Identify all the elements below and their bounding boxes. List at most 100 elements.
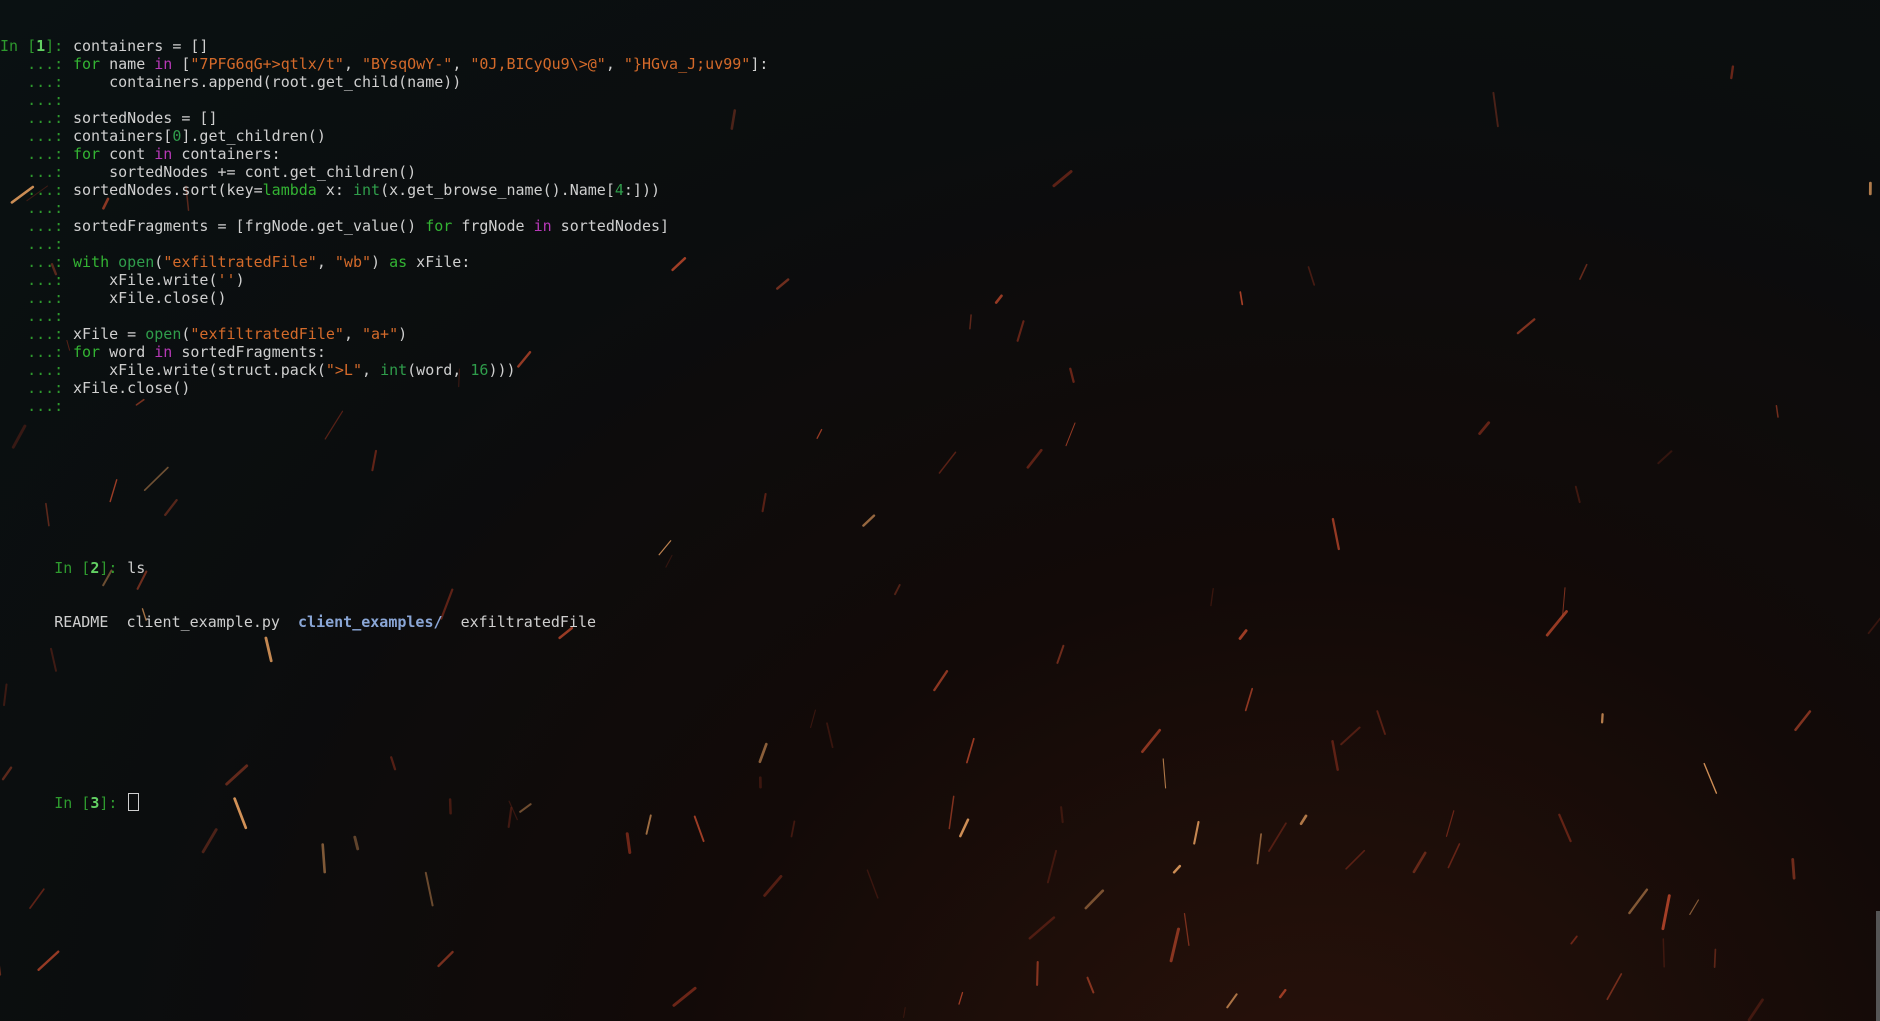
ember-spark: [1060, 806, 1064, 824]
ember-spark: [1183, 913, 1190, 946]
code-token: ): [398, 325, 408, 343]
ember-spark: [1345, 849, 1366, 870]
ember-spark: [1730, 65, 1735, 80]
code-token: as: [389, 253, 408, 271]
code-token: xFile.write(: [73, 271, 218, 289]
code-line: ...: for name in ["7PFG6qG+>qtlx/t", "BY…: [0, 55, 768, 73]
dir-client-examples: client_examples/: [298, 613, 443, 631]
continuation-prompt: ...:: [0, 73, 73, 91]
input-cell-1: In [1]: containers = [] ...: for name in…: [0, 37, 768, 415]
ember-spark: [1791, 858, 1796, 880]
code-token: "BYsqOwY-": [362, 55, 453, 73]
ember-spark: [866, 869, 879, 899]
code-token: (x.get_browse_name().Name[: [380, 181, 615, 199]
code-token: '': [217, 271, 236, 289]
ember-spark: [1657, 450, 1673, 465]
code-token: sortedNodes.sort(key=: [73, 181, 263, 199]
code-token: "exfiltratedFile": [163, 253, 317, 271]
code-line: ...: xFile.close(): [0, 379, 768, 397]
ember-spark: [1278, 989, 1287, 999]
code-token: xFile.write(struct.pack(: [73, 361, 326, 379]
ember-spark: [1086, 976, 1095, 994]
ember-spark: [966, 737, 975, 764]
code-token: open: [118, 253, 155, 271]
ember-spark: [1238, 629, 1248, 640]
code-token: containers:: [172, 145, 281, 163]
ipython-terminal[interactable]: In [1]: containers = [] ...: for name in…: [0, 0, 768, 847]
ember-spark: [1606, 973, 1623, 1001]
ember-spark: [1558, 813, 1572, 843]
ember-spark: [1046, 849, 1058, 884]
code-token: (word,: [407, 361, 471, 379]
code-token: "0J,BICyQu9\>@": [470, 55, 606, 73]
code-line: ...: sortedNodes = []: [0, 109, 768, 127]
code-token: for: [425, 217, 453, 235]
ember-spark: [1331, 740, 1339, 771]
code-token: ,: [605, 55, 624, 73]
code-token: 4: [614, 181, 624, 199]
input-cell-2: In [2]: ls README client_example.py clie…: [0, 505, 768, 649]
ember-spark: [1570, 935, 1578, 945]
code-line: ...: xFile.write(struct.pack(">L", int(w…: [0, 361, 768, 379]
code-token: ,: [343, 325, 362, 343]
code-line: ...: xFile.write(''): [0, 271, 768, 289]
code-token: x:: [316, 181, 353, 199]
text-cursor: [128, 793, 140, 811]
ember-spark: [672, 986, 697, 1007]
ember-spark: [1445, 810, 1455, 837]
prompt-in-1: In [1]:: [0, 37, 73, 55]
code-token: cont: [100, 145, 155, 163]
code-token: ]:: [750, 55, 769, 73]
ember-spark: [1239, 291, 1244, 306]
ember-spark: [1775, 404, 1779, 418]
ember-spark: [1162, 758, 1167, 789]
ember-spark: [1141, 728, 1162, 754]
ember-spark: [948, 795, 955, 830]
code-token: containers.append(root.get_child(name)): [73, 73, 462, 91]
code-token: xFile.close(): [73, 289, 227, 307]
code-token: (: [154, 253, 164, 271]
ember-spark: [790, 820, 796, 838]
continuation-prompt: ...:: [0, 343, 73, 361]
code-line: ...: sortedNodes.sort(key=lambda x: int(…: [0, 181, 768, 199]
ember-spark: [1056, 644, 1065, 664]
ember-spark: [1065, 422, 1076, 447]
code-token: ].get_children(): [181, 127, 326, 145]
ember-spark: [938, 451, 957, 474]
code-token: sortedNodes += cont.get_children(): [73, 163, 417, 181]
ember-spark: [1703, 762, 1718, 794]
code-token: in: [533, 217, 552, 235]
ember-spark: [1052, 170, 1073, 188]
terminal-scrollbar[interactable]: [1876, 0, 1880, 1021]
continuation-prompt: ...:: [0, 361, 73, 379]
ember-spark: [1193, 820, 1200, 845]
continuation-prompt: ...:: [0, 217, 73, 235]
code-line: ...:: [0, 307, 768, 325]
code-token: xFile.close(): [73, 379, 191, 397]
ember-spark: [903, 1007, 906, 1018]
code-token: sortedNodes = []: [73, 109, 218, 127]
ember-spark: [1299, 814, 1308, 826]
code-token: xFile =: [73, 325, 146, 343]
code-line: ...: for word in sortedFragments:: [0, 343, 768, 361]
ember-spark: [1169, 927, 1180, 963]
code-token: for: [73, 145, 101, 163]
prompt-in-2: In [2]:: [54, 559, 127, 577]
ember-spark: [1036, 961, 1039, 986]
code-line: In [1]: containers = []: [0, 37, 768, 55]
ember-spark: [894, 584, 901, 596]
ember-spark: [1516, 318, 1536, 335]
ember-spark: [1662, 938, 1665, 968]
code-token: containers = []: [73, 37, 209, 55]
ember-spark: [816, 428, 823, 439]
code-token: ): [371, 253, 390, 271]
input-cell-3[interactable]: In [3]:: [0, 739, 768, 829]
ember-spark: [1226, 993, 1238, 1009]
ember-spark: [1579, 263, 1588, 280]
code-token: "exfiltratedFile": [190, 325, 344, 343]
scrollbar-thumb[interactable]: [1876, 911, 1880, 1021]
ember-spark: [776, 278, 790, 290]
ember-spark: [933, 670, 949, 692]
ember-spark: [1268, 822, 1287, 852]
ember-spark: [1210, 588, 1214, 607]
